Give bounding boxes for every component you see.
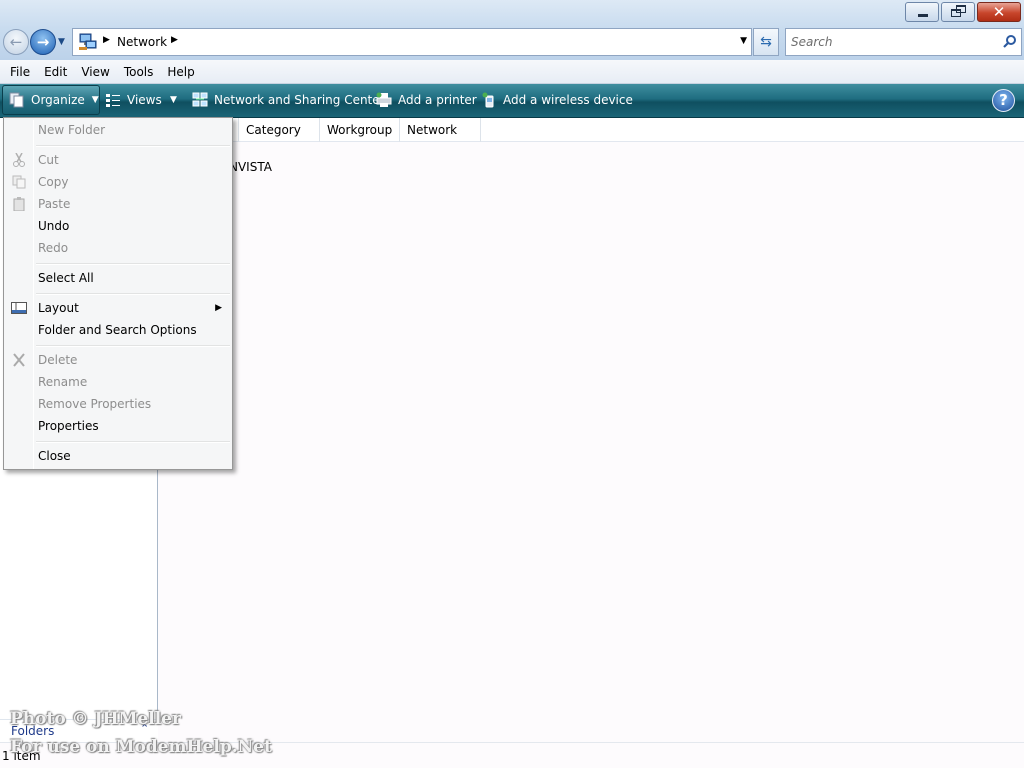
menu-file[interactable]: File bbox=[3, 61, 37, 83]
menu-edit[interactable]: Edit bbox=[37, 61, 74, 83]
wireless-device-icon bbox=[482, 92, 494, 108]
organize-dropdown-icon: ▼ bbox=[91, 95, 99, 105]
menu-item-remove-properties[interactable]: Remove Properties bbox=[6, 393, 230, 415]
menu-item-label: Remove Properties bbox=[38, 397, 152, 411]
organize-menu: New Folder Cut Copy Paste Undo Redo Sele… bbox=[3, 117, 233, 470]
submenu-arrow-icon: ▶ bbox=[215, 303, 222, 313]
file-list: NVISTA bbox=[159, 142, 1024, 742]
refresh-button[interactable]: ⇆ bbox=[753, 28, 779, 56]
column-header-category[interactable]: Category bbox=[239, 118, 320, 142]
address-separator-icon[interactable]: ▶ bbox=[103, 35, 110, 45]
paste-icon bbox=[13, 197, 25, 211]
watermark-line-1: Photo © JHMeller bbox=[10, 709, 181, 729]
column-header-workgroup[interactable]: Workgroup bbox=[320, 118, 400, 142]
navigation-bar: ← → ▼ ▶ Network ▶ ▼ ⇆ Search bbox=[0, 28, 1024, 60]
address-separator-icon[interactable]: ▶ bbox=[171, 35, 178, 45]
printer-icon bbox=[376, 92, 392, 107]
menu-item-label: Close bbox=[38, 449, 71, 463]
back-button[interactable]: ← bbox=[3, 29, 29, 55]
menu-item-label: Redo bbox=[38, 241, 69, 255]
network-sharing-center-button[interactable]: Network and Sharing Center bbox=[192, 84, 385, 116]
menu-bar: File Edit View Tools Help bbox=[0, 60, 1024, 84]
watermark-line-2: For use on ModemHelp.Net bbox=[10, 737, 272, 757]
menu-item-copy[interactable]: Copy bbox=[6, 171, 230, 193]
help-button[interactable]: ? bbox=[992, 89, 1015, 112]
organize-button[interactable]: Organize ▼ bbox=[2, 85, 100, 115]
menu-item-label: Cut bbox=[38, 153, 59, 167]
recent-pages-dropdown[interactable]: ▼ bbox=[58, 37, 68, 47]
views-dropdown-button[interactable]: ▼ bbox=[170, 84, 177, 116]
menu-help[interactable]: Help bbox=[160, 61, 201, 83]
title-bar: ✕ bbox=[0, 0, 1024, 28]
menu-view[interactable]: View bbox=[74, 61, 116, 83]
menu-separator bbox=[36, 145, 230, 147]
command-bar: Organize ▼ Views ▼ Network and Sharing C… bbox=[0, 84, 1024, 118]
minimize-icon bbox=[918, 14, 928, 17]
views-button[interactable]: Views bbox=[105, 84, 162, 116]
add-wireless-device-button[interactable]: Add a wireless device bbox=[481, 84, 633, 116]
address-history-dropdown[interactable]: ▼ bbox=[740, 36, 747, 46]
delete-icon bbox=[13, 353, 25, 367]
menu-item-paste[interactable]: Paste bbox=[6, 193, 230, 215]
menu-item-redo[interactable]: Redo bbox=[6, 237, 230, 259]
menu-item-folder-search-options[interactable]: Folder and Search Options bbox=[6, 319, 230, 341]
scissors-icon bbox=[13, 153, 25, 167]
menu-separator bbox=[36, 293, 230, 295]
search-placeholder: Search bbox=[791, 35, 833, 49]
add-printer-button[interactable]: Add a printer bbox=[376, 84, 477, 116]
menu-item-undo[interactable]: Undo bbox=[6, 215, 230, 237]
menu-item-label: New Folder bbox=[38, 123, 106, 137]
menu-item-delete[interactable]: Delete bbox=[6, 349, 230, 371]
menu-item-cut[interactable]: Cut bbox=[6, 149, 230, 171]
restore-icon-front bbox=[951, 9, 961, 17]
menu-item-label: Select All bbox=[38, 271, 94, 285]
menu-separator bbox=[36, 441, 230, 443]
layout-icon bbox=[11, 302, 27, 314]
menu-item-label: Folder and Search Options bbox=[38, 323, 197, 337]
forward-button[interactable]: → bbox=[30, 29, 56, 55]
menu-item-label: Paste bbox=[38, 197, 71, 211]
network-sharing-center-label: Network and Sharing Center bbox=[214, 93, 385, 107]
address-bar[interactable]: ▶ Network ▶ ▼ bbox=[72, 28, 752, 56]
restore-button[interactable] bbox=[941, 2, 975, 22]
search-icon[interactable] bbox=[1003, 34, 1017, 48]
list-item[interactable]: NVISTA bbox=[229, 160, 272, 174]
menu-item-layout[interactable]: Layout ▶ bbox=[6, 297, 230, 319]
close-icon: ✕ bbox=[992, 3, 1006, 21]
network-icon bbox=[79, 33, 97, 50]
menu-item-label: Delete bbox=[38, 353, 78, 367]
copy-icon bbox=[12, 175, 26, 189]
menu-item-label: Layout bbox=[38, 301, 79, 315]
menu-separator bbox=[36, 263, 230, 265]
organize-icon bbox=[9, 92, 24, 108]
menu-item-select-all[interactable]: Select All bbox=[6, 267, 230, 289]
views-icon bbox=[106, 94, 120, 107]
menu-item-label: Undo bbox=[38, 219, 70, 233]
views-label: Views bbox=[127, 93, 162, 107]
menu-tools[interactable]: Tools bbox=[117, 61, 161, 83]
menu-item-new-folder[interactable]: New Folder bbox=[6, 119, 230, 141]
add-printer-label: Add a printer bbox=[398, 93, 477, 107]
menu-item-rename[interactable]: Rename bbox=[6, 371, 230, 393]
menu-item-label: Properties bbox=[38, 419, 99, 433]
menu-separator bbox=[36, 345, 230, 347]
organize-label: Organize bbox=[31, 93, 85, 107]
search-input[interactable]: Search bbox=[785, 28, 1022, 56]
minimize-button[interactable] bbox=[905, 2, 939, 22]
breadcrumb-network[interactable]: Network bbox=[117, 35, 167, 49]
network-sharing-center-icon bbox=[192, 92, 208, 107]
menu-item-label: Rename bbox=[38, 375, 88, 389]
refresh-icon: ⇆ bbox=[760, 34, 772, 50]
menu-item-properties[interactable]: Properties bbox=[6, 415, 230, 437]
column-headers: Category Workgroup Network lo... bbox=[159, 118, 1024, 161]
add-wireless-device-label: Add a wireless device bbox=[503, 93, 633, 107]
column-header-network-location[interactable]: Network lo... bbox=[400, 118, 481, 161]
window-controls: ✕ bbox=[903, 2, 1021, 22]
close-window-button[interactable]: ✕ bbox=[977, 2, 1021, 22]
menu-item-label: Copy bbox=[38, 175, 69, 189]
menu-item-close[interactable]: Close bbox=[6, 445, 230, 467]
